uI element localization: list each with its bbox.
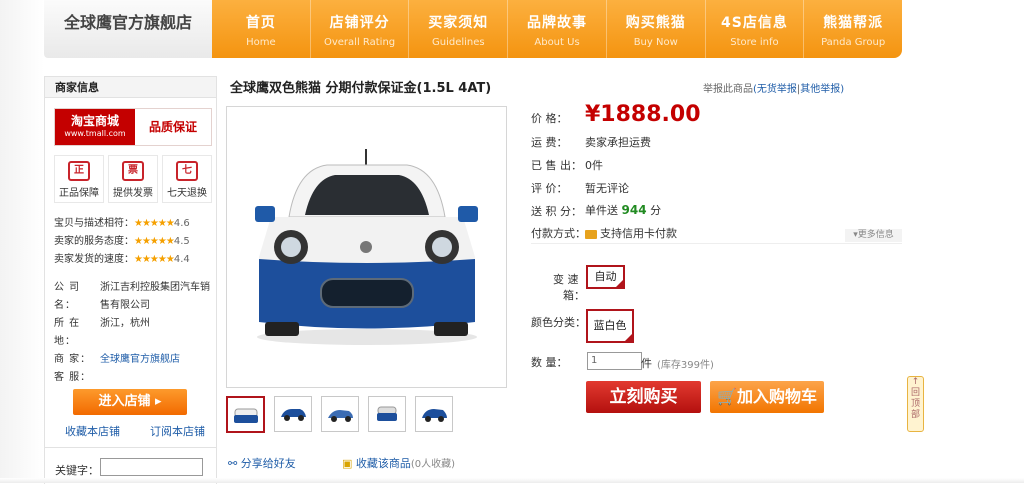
more-info-dropdown[interactable]: ▾更多信息 [845,229,902,242]
price-value: ¥1888.00 [585,102,701,127]
price-label: 价 格： [531,112,568,125]
points-label: 送 积 分： [531,205,582,218]
rating-shipping: 卖家发货的速度：★★★★★4.4 [54,254,190,265]
quantity-label: 数 量： [531,356,568,369]
quantity-input[interactable]: 1 [587,352,642,370]
payment-value: 支持信用卡付款 [585,225,677,241]
page-bottom-edge [0,478,1024,483]
store-nav: 首页 Home 店铺评分 Overall Rating 买家须知 Guidelines… [212,0,902,58]
return-icon: 七 [176,161,198,181]
nav-home[interactable]: 首页 Home [212,0,311,58]
invoice-icon: 票 [122,161,144,181]
cart-icon: 🛒 [717,387,737,406]
car-thumb-icon [328,410,353,422]
product-main-image[interactable] [226,106,507,388]
merchant-info-panel: 商家信息 淘宝商城 www.tmall.com 品质保证 正正品保障 票提供发票… [44,76,217,484]
service-row: 客 服： [54,372,92,383]
credit-card-icon [585,229,597,239]
nav-store-info[interactable]: 4S店信息 Store info [706,0,805,58]
payment-label: 付款方式： [531,227,586,240]
thumbnail-rear-angle[interactable] [415,396,453,432]
panda-car-image [255,149,478,345]
report-other-link[interactable]: 其他举报) [800,84,844,95]
store-links: 收藏本店铺 订阅本店铺 [65,423,205,439]
stock-count: (库存399件) [657,360,714,371]
transmission-label-a: 变 速 [553,273,579,286]
color-label: 颜色分类： [531,316,586,329]
share-icon: ⚯ [228,457,241,470]
product-title: 全球鹰双色熊猫 分期付款保证金(1.5L 4AT) [230,81,492,96]
thumbnail-rear[interactable] [368,396,406,432]
rating-service: 卖家的服务态度：★★★★★4.5 [54,236,190,247]
merchant-details: 公 司 名： 浙江吉利控股集团汽车销售有限公司 所 在 地： 浙江，杭州 商 家：全… [54,279,214,387]
review-value: 暂无评论 [585,182,629,195]
store-ratings: 宝贝与描述相符：★★★★★4.6 卖家的服务态度：★★★★★4.5 卖家发货的速… [54,215,214,269]
quality-guarantee-label: 品质保证 [148,120,197,134]
thumbnail-angle[interactable] [321,396,359,432]
invoice-guarantee[interactable]: 票提供发票 [108,155,158,203]
store-name[interactable]: 全球鹰官方旗舰店 [44,0,212,58]
nav-rating[interactable]: 店铺评分 Overall Rating [311,0,410,58]
star-icon: ★★★★★ [134,218,175,229]
merchant-link[interactable]: 全球鹰官方旗舰店 [100,351,214,369]
nav-panda-group[interactable]: 熊猫帮派 Panda Group [804,0,902,58]
thumbnail-front[interactable] [226,396,265,433]
keyword-input[interactable] [100,458,203,476]
quantity-unit: 件 [641,357,652,370]
company-row: 公 司 名： 浙江吉利控股集团汽车销售有限公司 [54,282,210,311]
tmall-badge[interactable]: 淘宝商城 www.tmall.com 品质保证 [54,108,212,146]
add-to-cart-button[interactable]: 🛒加入购物车 [710,381,824,413]
review-label: 评 价： [531,182,568,195]
sold-label: 已 售 出： [531,159,582,172]
car-thumb-icon [281,409,306,421]
keyword-label: 关键字： [55,464,99,477]
shipping-label: 运 费： [531,136,568,149]
guarantee-icons: 正正品保障 票提供发票 七七天退换 [54,155,212,203]
seven-day-return[interactable]: 七七天退换 [162,155,212,203]
sold-value: 0件 [585,159,603,172]
car-thumb-icon [422,409,447,422]
genuine-icon: 正 [68,161,90,181]
back-to-top-button[interactable]: ↑ 回顶部 [907,376,924,432]
report-no-stock-link[interactable]: (无货举报 [753,84,797,95]
star-icon: ★★★★★ [134,254,175,265]
thumbnail-side[interactable] [274,396,312,432]
arrow-up-icon: ↑ [911,377,920,387]
shipping-value: 卖家承担运费 [585,136,651,149]
rating-description: 宝贝与描述相符：★★★★★4.6 [54,218,190,229]
car-thumb-icon [377,406,397,421]
nav-about[interactable]: 品牌故事 About Us [508,0,607,58]
favorite-item-link[interactable]: ▣ 收藏该商品(0人收藏) [342,455,455,471]
panel-title: 商家信息 [45,77,216,98]
arrow-right-icon: ▸ [155,394,162,409]
store-header: 全球鹰官方旗舰店 首页 Home 店铺评分 Overall Rating 买家须知 G… [44,0,902,58]
folder-star-icon: ▣ [342,457,356,470]
tmall-logo: 淘宝商城 www.tmall.com [55,109,135,145]
location-row: 所 在 地： 浙江，杭州 [54,318,150,347]
buy-now-button[interactable]: 立刻购买 [586,381,701,413]
points-value: 单件送 944 分 [585,203,662,217]
subscribe-store-link[interactable]: 订阅本店铺 [150,423,205,439]
genuine-guarantee[interactable]: 正正品保障 [54,155,104,203]
color-option-blue-white[interactable]: 蓝白色 [586,309,634,343]
divider [531,243,902,244]
star-icon: ★★★★★ [134,236,175,247]
transmission-option-auto[interactable]: 自动 [586,265,625,289]
merchant-row: 商 家： 全球鹰官方旗舰店 [54,351,214,369]
transmission-label-b: 箱： [563,289,585,302]
nav-guidelines[interactable]: 买家须知 Guidelines [409,0,509,58]
car-thumb-icon [233,408,258,423]
report-links: 举报此商品(无货举报|其他举报) [703,84,845,95]
enter-store-button[interactable]: 进入店铺 ▸ [73,389,187,415]
share-link[interactable]: ⚯ 分享给好友 [228,455,296,471]
page-gutter [0,0,44,483]
favorite-store-link[interactable]: 收藏本店铺 [65,423,120,439]
nav-buy[interactable]: 购买熊猫 Buy Now [607,0,706,58]
thumbnail-strip [226,396,462,433]
